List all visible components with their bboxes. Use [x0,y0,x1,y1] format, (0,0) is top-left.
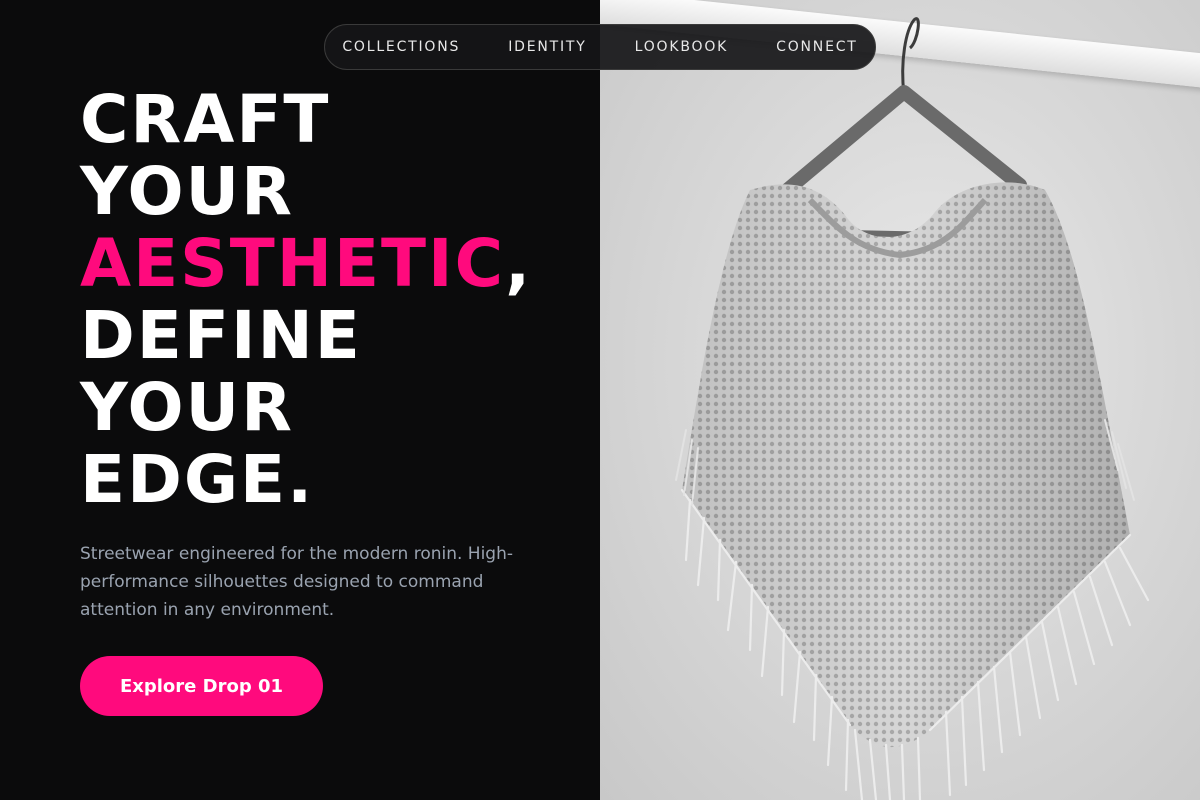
headline-comma: , [505,225,533,302]
headline-line-1: CRAFT [80,81,331,158]
headline-line-3: AESTHETIC, [80,228,532,300]
hero-image [600,0,1200,800]
poncho-illustration [675,17,1150,800]
hero-subtext: Streetwear engineered for the modern ron… [80,544,514,620]
hanger-hook [901,17,920,96]
hero-headline: CRAFT YOUR AESTHETIC, DEFINE YOUR EDGE. [80,84,532,516]
nav-item-collections[interactable]: COLLECTIONS [342,39,460,55]
nav-item-lookbook[interactable]: LOOKBOOK [635,39,729,55]
headline-line-5: YOUR [80,369,294,446]
headline-line-2: YOUR [80,153,294,230]
nav-item-identity[interactable]: IDENTITY [508,39,586,55]
headline-accent-word: AESTHETIC [80,225,506,302]
explore-drop-button[interactable]: Explore Drop 01 [80,656,323,716]
main-nav: COLLECTIONS IDENTITY LOOKBOOK CONNECT [324,24,876,70]
headline-line-4: DEFINE [80,297,362,374]
hanger [773,85,1027,203]
nav-item-connect[interactable]: CONNECT [776,39,858,55]
headline-line-6: EDGE. [80,441,315,518]
